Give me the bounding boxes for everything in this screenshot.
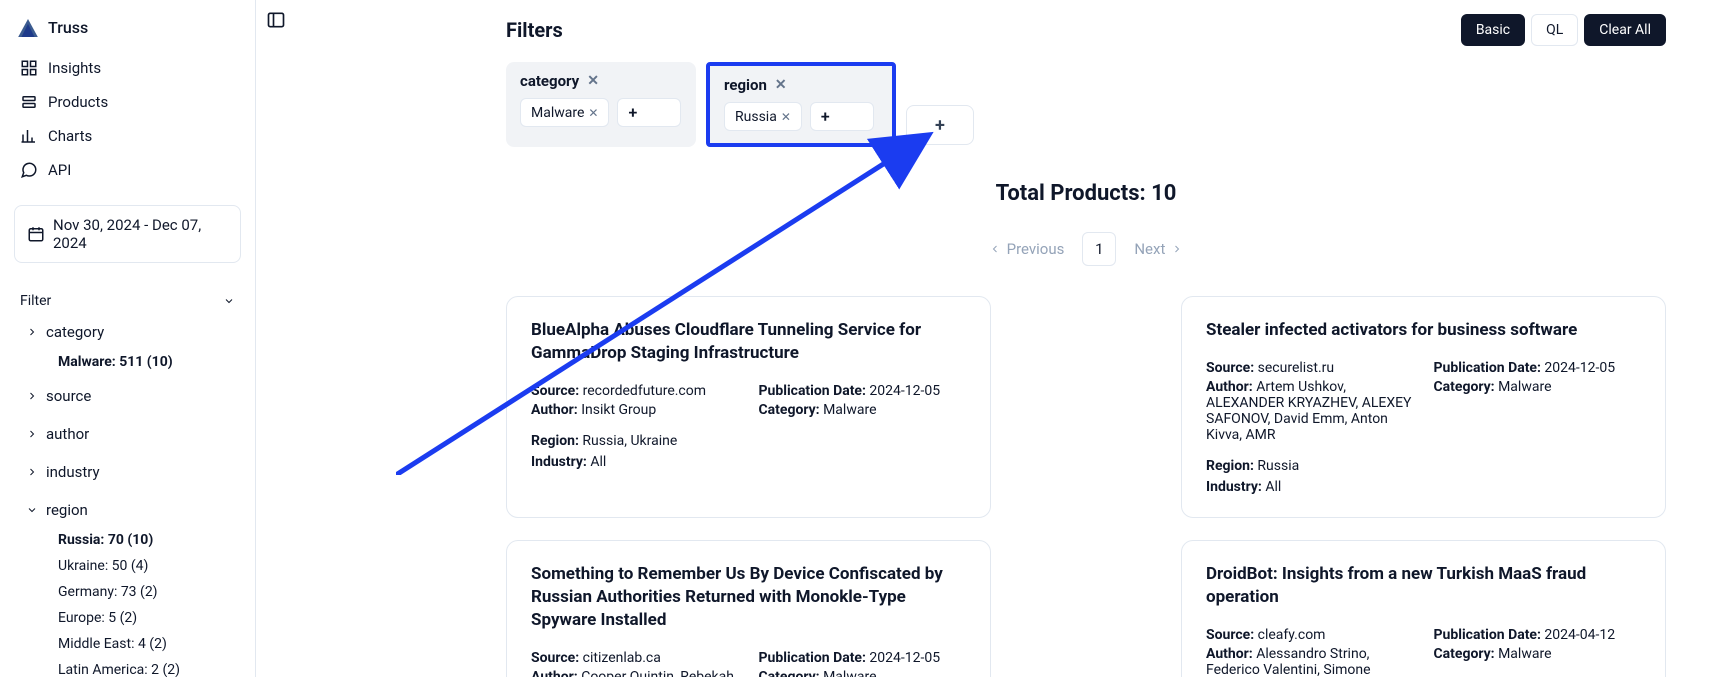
chevron-left-icon: [989, 243, 1001, 255]
filter-leaf-region[interactable]: Latin America: 2 (2): [10, 657, 245, 677]
add-tag-button[interactable]: +: [810, 102, 874, 131]
card-title: Something to Remember Us By Device Confi…: [531, 563, 966, 632]
chevron-down-icon: [26, 504, 38, 516]
nav-api[interactable]: API: [10, 153, 245, 187]
ql-button[interactable]: QL: [1531, 14, 1578, 46]
card-category: Category: Malware: [759, 669, 967, 677]
filter-header-label: Filter: [20, 293, 51, 309]
card-title: Stealer infected activators for business…: [1206, 319, 1641, 342]
card-author: Author: Artem Ushkov, ALEXANDER KRYAZHEV…: [1206, 379, 1414, 443]
card-author: Author: Insikt Group: [531, 402, 739, 418]
chevron-right-icon: [26, 428, 38, 440]
industry-label: industry: [46, 463, 100, 481]
chevron-right-icon: [26, 326, 38, 338]
category-label: category: [46, 323, 104, 341]
nav-label: Products: [48, 93, 108, 111]
chevron-right-icon: [26, 466, 38, 478]
pagination: Previous 1 Next: [506, 232, 1666, 266]
add-filter-button[interactable]: +: [906, 105, 974, 145]
card-title: BlueAlpha Abuses Cloudflare Tunneling Se…: [531, 319, 966, 365]
sidebar: Truss Insights Products Charts API Nov 3…: [0, 0, 256, 677]
bar-chart-icon: [20, 127, 38, 145]
card-region: Region: Russia, Ukraine: [531, 433, 966, 449]
filter-leaf-malware[interactable]: Malware: 511 (10): [10, 349, 245, 375]
prev-button[interactable]: Previous: [989, 240, 1065, 258]
source-label: source: [46, 387, 91, 405]
card-pubdate: Publication Date: 2024-04-12: [1434, 627, 1642, 643]
filter-group-industry[interactable]: industry: [10, 455, 245, 489]
chip-tag[interactable]: Malware✕: [520, 98, 609, 127]
card-category: Category: Malware: [1434, 379, 1642, 443]
card-industry: Industry: All: [1206, 479, 1641, 495]
card-source: Source: recordedfuture.com: [531, 383, 739, 399]
chip-name: region: [724, 76, 767, 94]
card-pubdate: Publication Date: 2024-12-05: [759, 650, 967, 666]
card-source: Source: cleafy.com: [1206, 627, 1414, 643]
remove-tag-icon[interactable]: ✕: [588, 106, 598, 120]
remove-filter-icon[interactable]: ✕: [587, 73, 599, 89]
remove-tag-icon[interactable]: ✕: [781, 110, 791, 124]
total-products: Total Products: 10: [506, 181, 1666, 206]
filter-leaf-region[interactable]: Europe: 5 (2): [10, 605, 245, 631]
card-industry: Industry: All: [531, 454, 966, 470]
chat-icon: [20, 161, 38, 179]
product-card[interactable]: BlueAlpha Abuses Cloudflare Tunneling Se…: [506, 296, 991, 518]
stack-icon: [20, 93, 38, 111]
filter-group-author[interactable]: author: [10, 417, 245, 451]
filter-leaf-region[interactable]: Middle East: 4 (2): [10, 631, 245, 657]
chevron-right-icon: [26, 390, 38, 402]
filter-header[interactable]: Filter: [10, 289, 245, 313]
filter-group-region[interactable]: region: [10, 493, 245, 527]
nav-charts[interactable]: Charts: [10, 119, 245, 153]
add-tag-button[interactable]: +: [617, 98, 681, 127]
brand-label: Truss: [48, 18, 88, 37]
card-region: Region: Russia: [1206, 458, 1641, 474]
nav-label: API: [48, 161, 71, 179]
nav-products[interactable]: Products: [10, 85, 245, 119]
card-source: Source: citizenlab.ca: [531, 650, 739, 666]
applied-filter-category: category ✕ Malware✕ +: [506, 62, 696, 147]
card-category: Category: Malware: [759, 402, 967, 418]
chevron-down-icon: [223, 295, 235, 307]
filter-group-source[interactable]: source: [10, 379, 245, 413]
calendar-icon: [27, 225, 45, 243]
product-card[interactable]: Something to Remember Us By Device Confi…: [506, 540, 991, 677]
clear-all-button[interactable]: Clear All: [1584, 14, 1666, 46]
product-card[interactable]: DroidBot: Insights from a new Turkish Ma…: [1181, 540, 1666, 677]
date-range-label: Nov 30, 2024 - Dec 07, 2024: [53, 216, 228, 252]
next-button[interactable]: Next: [1134, 240, 1183, 258]
card-source: Source: securelist.ru: [1206, 360, 1414, 376]
card-pubdate: Publication Date: 2024-12-05: [759, 383, 967, 399]
filter-leaf-region[interactable]: Russia: 70 (10): [10, 527, 245, 553]
panel-toggle-icon[interactable]: [266, 10, 286, 30]
card-category: Category: Malware: [1434, 646, 1642, 677]
region-label: region: [46, 501, 88, 519]
chip-name: category: [520, 72, 579, 90]
main: Filters Basic QL Clear All category ✕ Ma…: [256, 0, 1722, 677]
card-pubdate: Publication Date: 2024-12-05: [1434, 360, 1642, 376]
chevron-right-icon: [1171, 243, 1183, 255]
grid-icon: [20, 59, 38, 77]
filter-leaf-region[interactable]: Ukraine: 50 (4): [10, 553, 245, 579]
page-number[interactable]: 1: [1082, 232, 1116, 266]
brand: Truss: [10, 12, 245, 51]
card-author: Author: Cooper Quintin, Rebekah Brown, J…: [531, 669, 739, 677]
filter-group-category[interactable]: category: [10, 315, 245, 349]
filter-leaf-region[interactable]: Germany: 73 (2): [10, 579, 245, 605]
nav-label: Charts: [48, 127, 92, 145]
author-label: author: [46, 425, 89, 443]
logo-icon: [18, 19, 38, 37]
date-range-picker[interactable]: Nov 30, 2024 - Dec 07, 2024: [14, 205, 241, 263]
nav-label: Insights: [48, 59, 101, 77]
remove-filter-icon[interactable]: ✕: [775, 77, 787, 93]
card-author: Author: Alessandro Strino, Federico Vale…: [1206, 646, 1414, 677]
card-title: DroidBot: Insights from a new Turkish Ma…: [1206, 563, 1641, 609]
applied-filter-region: region ✕ Russia✕ +: [706, 62, 896, 147]
filters-title: Filters: [506, 18, 563, 42]
nav-insights[interactable]: Insights: [10, 51, 245, 85]
chip-tag[interactable]: Russia✕: [724, 102, 802, 131]
basic-button[interactable]: Basic: [1461, 14, 1525, 46]
product-card[interactable]: Stealer infected activators for business…: [1181, 296, 1666, 518]
